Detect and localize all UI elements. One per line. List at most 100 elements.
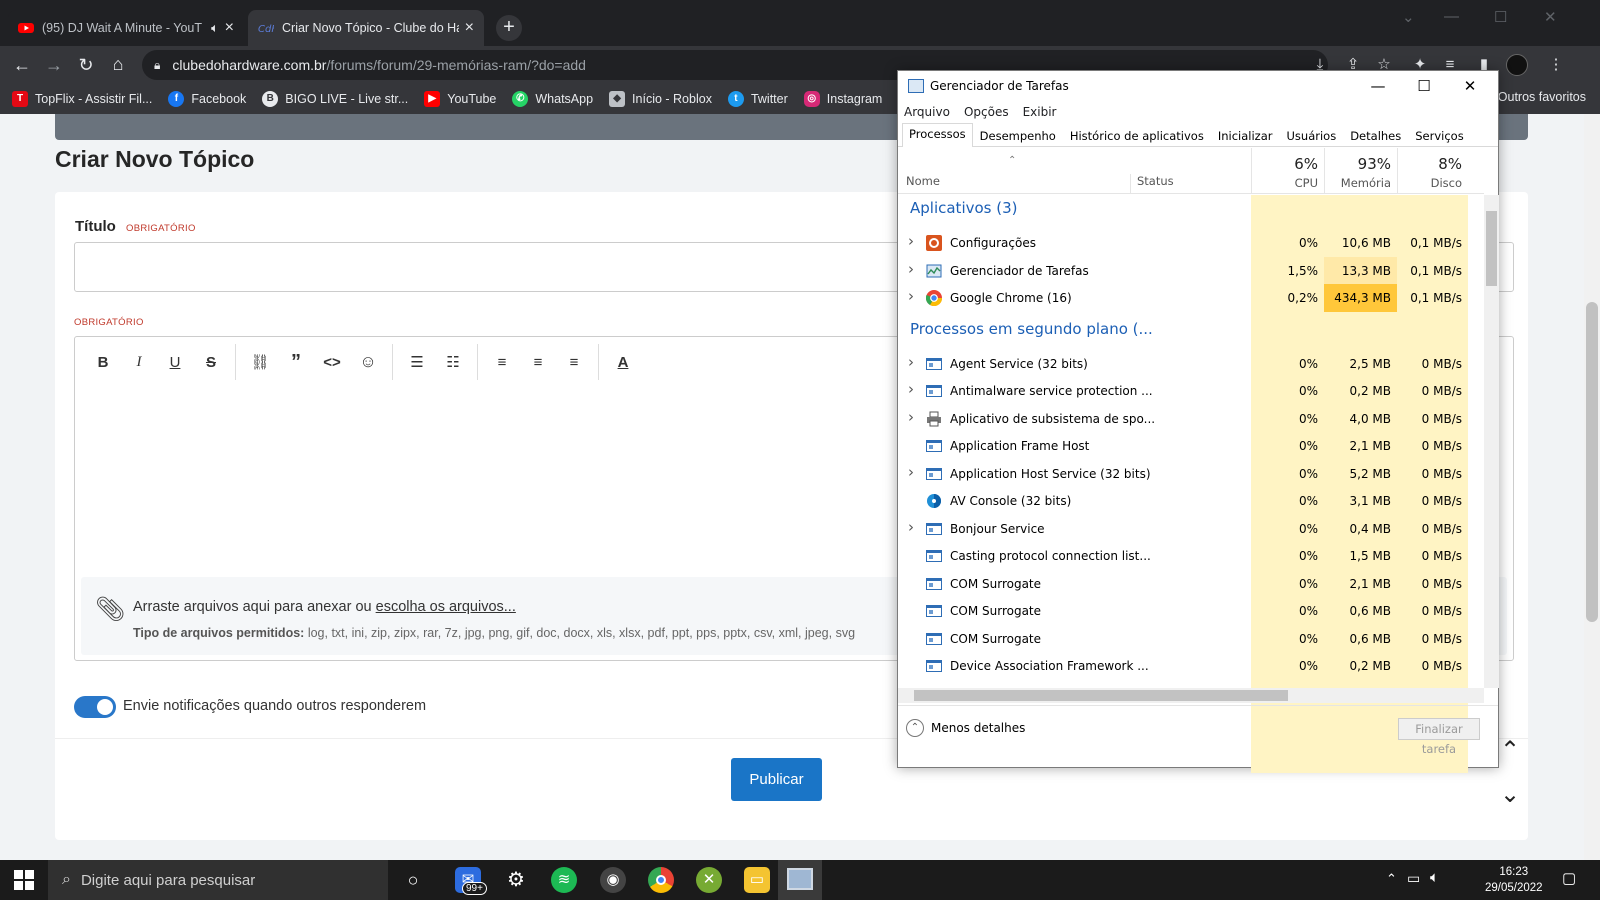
close-tab-icon[interactable]: × xyxy=(225,19,234,37)
code-icon[interactable]: <> xyxy=(314,347,350,377)
tab-processos[interactable]: Processos xyxy=(902,123,973,147)
text-color-icon[interactable]: A xyxy=(605,347,641,377)
task-view-icon[interactable]: ○ xyxy=(400,867,426,893)
maximize-icon[interactable]: ☐ xyxy=(1494,8,1507,26)
process-row[interactable]: › Gerenciador de Tarefas 1,5% 13,3 MB 0,1 MB… xyxy=(898,256,1484,285)
process-row[interactable]: › Antimalware service protection ... 0% 0,2… xyxy=(898,377,1484,405)
publish-button[interactable]: Publicar xyxy=(731,758,822,801)
page-scrollbar-thumb[interactable] xyxy=(1586,302,1598,622)
notify-toggle[interactable] xyxy=(74,696,116,718)
col-cpu[interactable]: 6% CPU xyxy=(1251,148,1324,194)
file-explorer-icon[interactable]: ▭ xyxy=(744,867,770,893)
process-row[interactable]: › Agent Service (32 bits) 0% 2,5 MB 0 MB/s xyxy=(898,350,1484,378)
menu-opcoes[interactable]: Opções xyxy=(964,105,1009,119)
reload-icon[interactable]: ↻ xyxy=(76,55,96,75)
close-tab-icon[interactable]: × xyxy=(465,19,474,37)
notifications-icon[interactable]: ▢ xyxy=(1562,869,1576,887)
strikethrough-icon[interactable]: S xyxy=(193,347,229,377)
taskbar-clock[interactable]: 16:23 29/05/2022 xyxy=(1485,864,1543,896)
settings-icon[interactable]: ⚙ xyxy=(503,867,529,893)
taskbar-search[interactable]: ⌕ Digite aqui para pesquisar xyxy=(48,860,388,900)
tab-usuarios[interactable]: Usuários xyxy=(1280,125,1344,146)
chrome-icon[interactable] xyxy=(648,867,674,893)
expand-chevron-icon[interactable]: › xyxy=(908,518,914,536)
process-row[interactable]: Device Association Framework ... 0% 0,2 MB… xyxy=(898,652,1484,680)
col-memory[interactable]: 93% Memória xyxy=(1324,148,1397,194)
tm-vscroll-thumb[interactable] xyxy=(1486,211,1497,286)
col-name[interactable]: Nome xyxy=(906,174,940,188)
home-icon[interactable]: ⌂ xyxy=(108,54,128,74)
tray-chevron-icon[interactable]: ⌃ xyxy=(1386,871,1397,887)
tab-desempenho[interactable]: Desempenho xyxy=(973,125,1063,146)
minimize-icon[interactable]: — xyxy=(1444,8,1459,25)
bookmark-whatsapp[interactable]: ✆ WhatsApp xyxy=(512,91,593,107)
lock-icon[interactable]: 🔒︎ xyxy=(154,58,160,73)
tab-inicializar[interactable]: Inicializar xyxy=(1211,125,1280,146)
bookmark-topflix[interactable]: T TopFlix - Assistir Fil... xyxy=(12,91,152,107)
align-left-icon[interactable]: ≡ xyxy=(484,347,520,377)
align-right-icon[interactable]: ≡ xyxy=(556,347,592,377)
process-row[interactable]: COM Surrogate 0% 0,6 MB 0 MB/s xyxy=(898,625,1484,653)
bookmark-bigo[interactable]: B BIGO LIVE - Live str... xyxy=(262,91,408,107)
menu-exibir[interactable]: Exibir xyxy=(1023,105,1057,119)
group-apps[interactable]: Aplicativos (3) xyxy=(910,199,1018,217)
tm-maximize-icon[interactable]: ☐ xyxy=(1409,75,1439,97)
menu-icon[interactable]: ⋮ xyxy=(1546,55,1566,75)
link-icon[interactable]: ⛓︎ xyxy=(242,347,278,377)
tab-servicos[interactable]: Serviços xyxy=(1408,125,1470,146)
expand-chevron-icon[interactable]: › xyxy=(908,232,914,250)
underline-icon[interactable]: U xyxy=(157,347,193,377)
col-status[interactable]: Status xyxy=(1130,174,1174,194)
tm-hscroll-thumb[interactable] xyxy=(914,690,1288,701)
expand-chevron-icon[interactable]: › xyxy=(908,408,914,426)
forward-icon[interactable]: → xyxy=(44,55,64,75)
process-row[interactable]: Casting protocol connection list... 0% 1,5… xyxy=(898,542,1484,570)
new-tab-button[interactable]: + xyxy=(496,15,522,41)
tab-detalhes[interactable]: Detalhes xyxy=(1343,125,1408,146)
bookmark-facebook[interactable]: f Facebook xyxy=(168,91,246,107)
tab-search-icon[interactable]: ⌄ xyxy=(1402,8,1415,26)
expand-chevron-icon[interactable]: › xyxy=(908,463,914,481)
scroll-down-icon[interactable]: ⌄ xyxy=(1500,780,1520,809)
end-task-button[interactable]: Finalizar tarefa xyxy=(1398,718,1480,756)
less-details-link[interactable]: Menos detalhes xyxy=(931,721,1025,735)
network-icon[interactable]: ▭ xyxy=(1407,870,1420,887)
process-row[interactable]: Application Frame Host 0% 2,1 MB 0 MB/s xyxy=(898,432,1484,460)
bookmark-twitter[interactable]: t Twitter xyxy=(727,91,788,107)
back-icon[interactable]: ← xyxy=(12,55,32,75)
process-row[interactable]: › Configurações 0% 10,6 MB 0,1 MB/s xyxy=(898,229,1484,257)
bullet-list-icon[interactable]: ☰ xyxy=(399,347,435,377)
chevron-up-icon[interactable]: ⌃ xyxy=(906,719,924,737)
taskbar-active-app[interactable] xyxy=(778,860,822,900)
menu-arquivo[interactable]: Arquivo xyxy=(904,105,950,119)
volume-icon[interactable]: 🔈︎ xyxy=(1430,869,1439,886)
emoji-icon[interactable]: ☺ xyxy=(350,347,386,377)
xbox-icon[interactable]: ✕ xyxy=(696,867,722,893)
col-disk[interactable]: 8% Disco xyxy=(1397,148,1468,194)
expand-chevron-icon[interactable]: › xyxy=(908,287,914,305)
italic-icon[interactable]: I xyxy=(121,347,157,377)
spotify-icon[interactable]: ≋ xyxy=(551,867,577,893)
process-row[interactable]: › Google Chrome (16) 0,2% 434,3 MB 0,1 MB/s xyxy=(898,284,1484,312)
scroll-up-icon[interactable]: ⌃ xyxy=(1500,736,1520,765)
process-row[interactable]: › Aplicativo de subsistema de spo... 0% 4,0… xyxy=(898,405,1484,433)
bookmark-roblox[interactable]: ◆ Início - Roblox xyxy=(609,91,712,107)
choose-files-link[interactable]: escolha os arquivos... xyxy=(376,599,516,615)
tab-youtube[interactable]: (95) DJ Wait A Minute - YouT 🔈︎ × xyxy=(8,10,244,46)
quote-icon[interactable]: ” xyxy=(278,347,314,377)
profile-avatar[interactable] xyxy=(1506,54,1528,76)
process-row[interactable]: › Application Host Service (32 bits) 0% 5,2… xyxy=(898,460,1484,488)
windows-start-icon[interactable] xyxy=(14,870,34,890)
expand-chevron-icon[interactable]: › xyxy=(908,260,914,278)
align-center-icon[interactable]: ≡ xyxy=(520,347,556,377)
tab-clube[interactable]: CdH Criar Novo Tópico - Clube do Ha × xyxy=(248,10,484,46)
process-row[interactable]: › Bonjour Service 0% 0,4 MB 0 MB/s xyxy=(898,515,1484,543)
numbered-list-icon[interactable]: ☷ xyxy=(435,347,471,377)
audio-icon[interactable]: 🔈︎ xyxy=(211,21,219,36)
expand-chevron-icon[interactable]: › xyxy=(908,380,914,398)
tab-historico[interactable]: Histórico de aplicativos xyxy=(1063,125,1211,146)
close-window-icon[interactable]: ✕ xyxy=(1544,8,1557,26)
group-background[interactable]: Processos em segundo plano (... xyxy=(910,320,1153,338)
other-favorites[interactable]: Outros favoritos xyxy=(1498,90,1586,104)
process-row[interactable]: AV Console (32 bits) 0% 3,1 MB 0 MB/s xyxy=(898,487,1484,515)
